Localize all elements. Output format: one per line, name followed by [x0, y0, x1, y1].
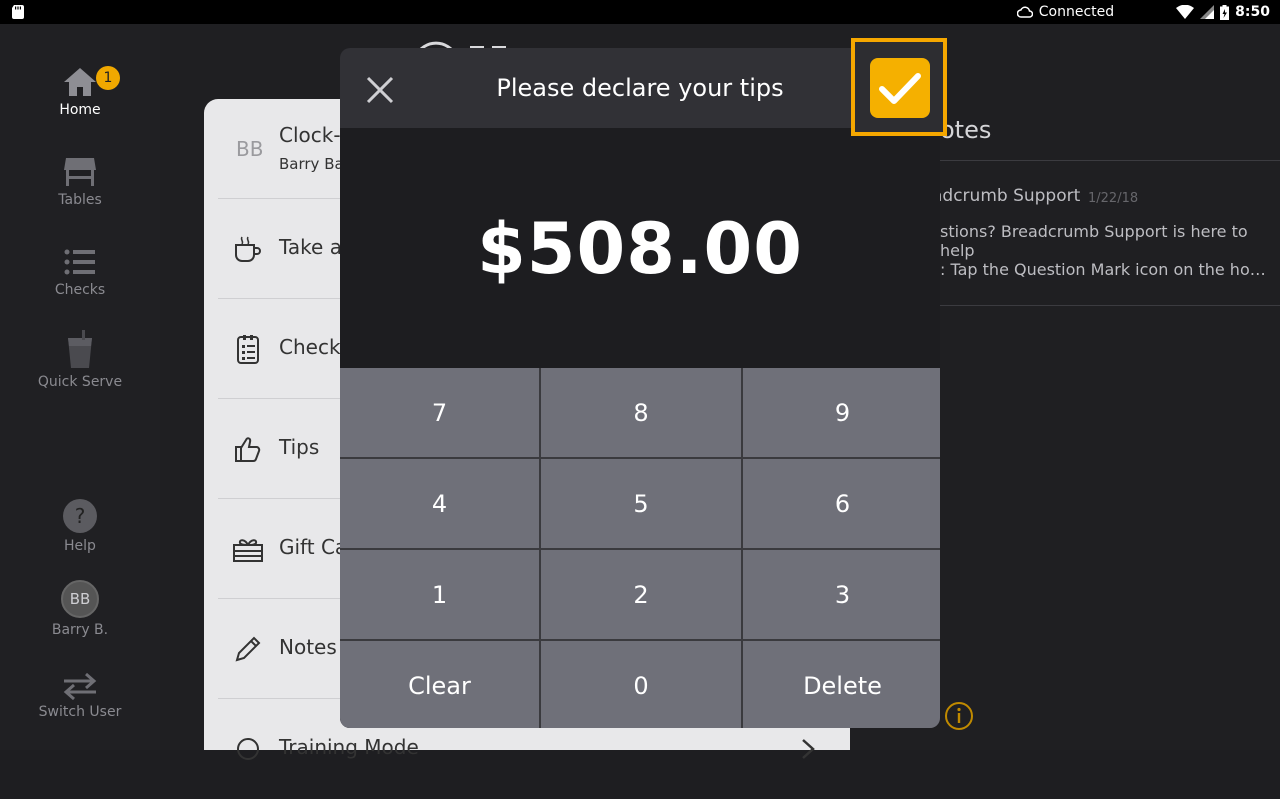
key-4[interactable]: 4: [340, 459, 539, 548]
nav-tables[interactable]: Tables: [0, 156, 160, 208]
signal-icon: [1200, 5, 1215, 19]
key-0[interactable]: 0: [541, 641, 741, 728]
menu-item-label: Take a: [279, 235, 342, 259]
notes-header: otes: [940, 116, 992, 144]
nav-quick-serve[interactable]: Quick Serve: [0, 330, 160, 390]
home-icon: [64, 68, 96, 96]
notes-divider-2: [940, 305, 1280, 306]
notes-divider: [940, 160, 1280, 161]
user-avatar: BB: [61, 580, 99, 618]
nav-home[interactable]: 1 Home: [0, 66, 160, 118]
key-7[interactable]: 7: [340, 368, 539, 457]
chevron-right-icon: [802, 739, 815, 759]
nav-switch-user[interactable]: Switch User: [0, 672, 160, 720]
key-8[interactable]: 8: [541, 368, 741, 457]
home-badge: 1: [96, 66, 120, 90]
nav-help[interactable]: ? Help: [0, 498, 160, 554]
nav-checks[interactable]: Checks: [0, 246, 160, 298]
nav-switch-user-label: Switch User: [38, 704, 122, 720]
note-line-2: : Tap the Question Mark icon on the home…: [940, 260, 1270, 279]
svg-text:?: ?: [75, 504, 86, 528]
key-3[interactable]: 3: [743, 550, 940, 639]
gift-icon: [233, 539, 263, 562]
key-6[interactable]: 6: [743, 459, 940, 548]
menu-clock-sub: Barry Ba: [279, 155, 344, 173]
nav-user[interactable]: BB Barry B.: [0, 580, 160, 638]
numeric-keypad: 7 8 9 4 5 6 1 2 3 Clear 0 Delete: [340, 368, 940, 728]
key-1[interactable]: 1: [340, 550, 539, 639]
drink-cup-icon: [68, 330, 92, 368]
help-icon: ?: [63, 499, 97, 533]
dialog-title: Please declare your tips: [496, 74, 784, 102]
nav-checks-label: Checks: [54, 282, 106, 298]
menu-item-label: Training Mode: [279, 735, 419, 759]
clock-time: 8:50: [1235, 4, 1270, 20]
checklist-icon: [237, 335, 259, 364]
battery-charging-icon: [1220, 4, 1230, 20]
key-9[interactable]: 9: [743, 368, 940, 457]
key-delete[interactable]: Delete: [743, 641, 940, 728]
note-title[interactable]: adcrumb Support: [932, 186, 1080, 206]
tip-amount: $508.00: [477, 208, 803, 290]
nav-quick-serve-label: Quick Serve: [37, 374, 123, 390]
menu-item-label: Gift Ca: [279, 535, 348, 559]
amount-display-area: $508.00: [340, 128, 940, 368]
nav-home-label: Home: [59, 102, 101, 118]
sd-card-icon: [12, 5, 24, 19]
switch-arrows-icon: [63, 672, 97, 700]
key-2[interactable]: 2: [541, 550, 741, 639]
nav-tables-label: Tables: [58, 192, 102, 208]
connection-status: Connected: [1038, 4, 1115, 20]
checkmark-icon: [879, 73, 921, 104]
list-icon: [64, 249, 95, 275]
nav-rail: 1 Home Tables Checks Quick Serve ? Help …: [0, 24, 160, 750]
menu-item-label: Notes: [279, 635, 337, 659]
nav-help-label: Help: [64, 538, 96, 554]
thumbs-up-icon: [235, 437, 261, 462]
key-clear[interactable]: Clear: [340, 641, 539, 728]
menu-user-initials: BB: [236, 137, 264, 161]
training-icon: [237, 738, 259, 760]
pencil-icon: [235, 636, 261, 662]
note-line-1: stions? Breadcrumb Support is here to he…: [940, 222, 1248, 260]
cloud-icon: [1016, 6, 1033, 18]
key-5[interactable]: 5: [541, 459, 741, 548]
coffee-cup-icon: [235, 236, 261, 262]
dialog-header: Please declare your tips: [340, 48, 940, 128]
info-icon[interactable]: [944, 701, 974, 731]
table-icon: [64, 158, 96, 186]
confirm-button[interactable]: [870, 58, 930, 118]
wifi-icon: [1176, 5, 1195, 19]
status-bar: Connected 8:50: [0, 0, 1280, 24]
nav-user-label: Barry B.: [51, 622, 109, 638]
menu-item-label: Tips: [279, 435, 320, 459]
note-date: 1/22/18: [1088, 191, 1139, 206]
tips-declare-dialog: Please declare your tips $508.00 7 8 9 4…: [340, 48, 940, 728]
